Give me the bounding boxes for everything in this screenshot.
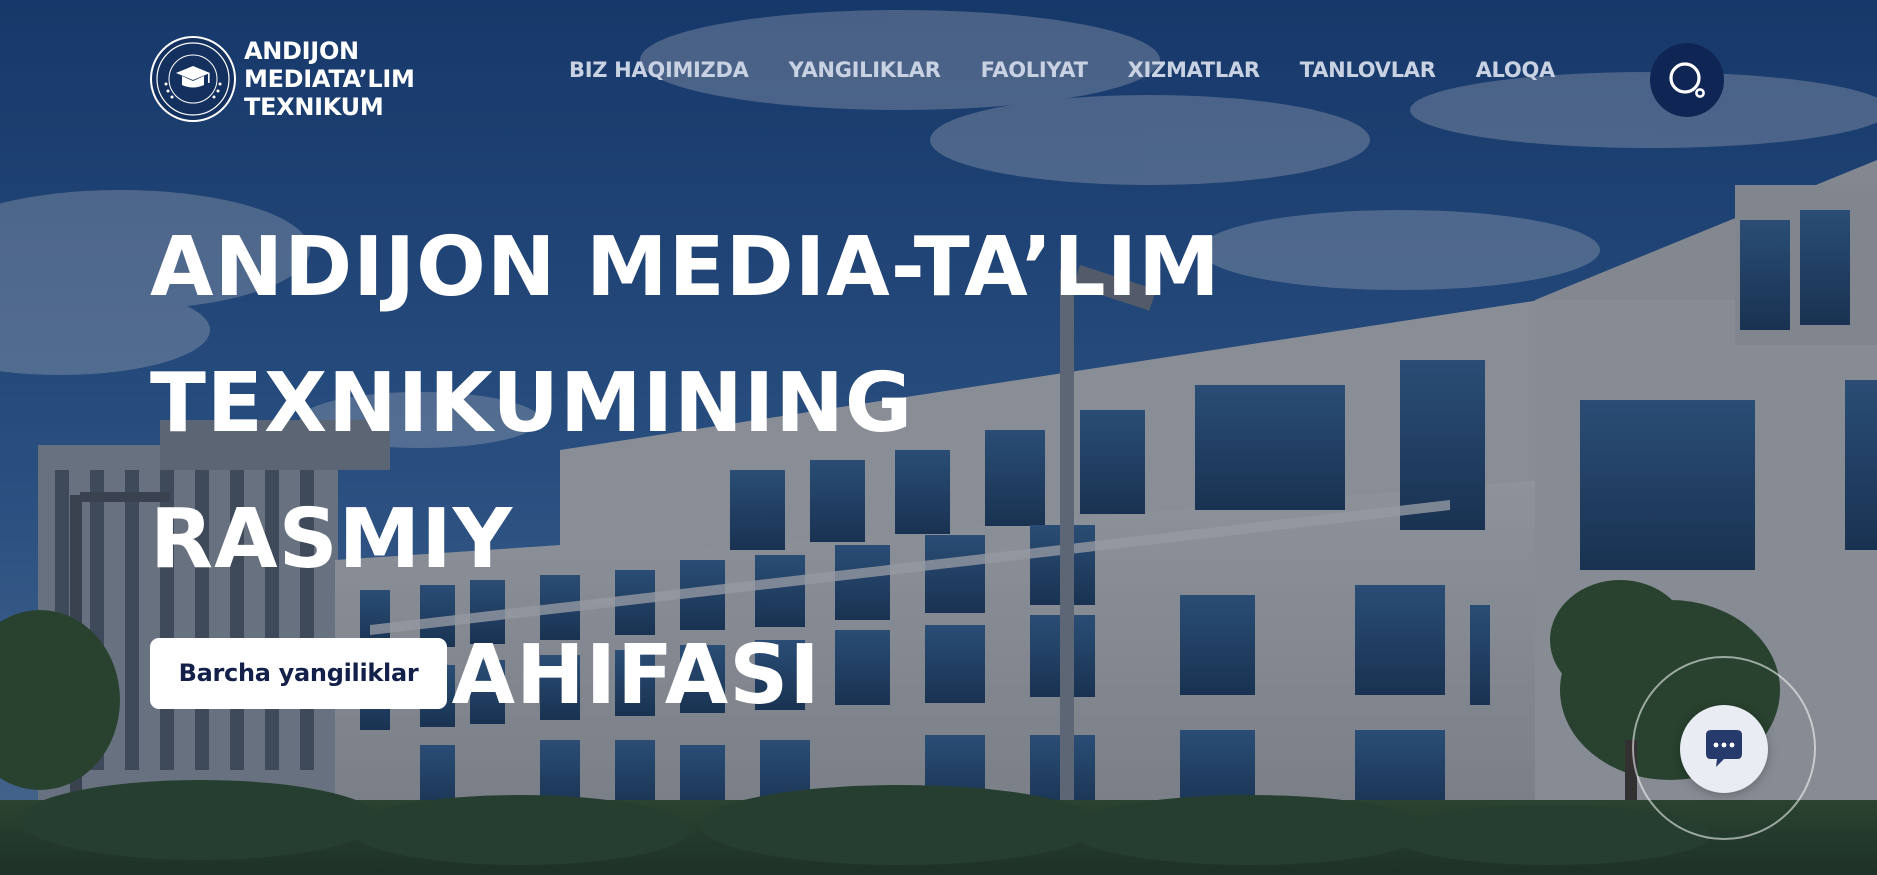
site-logo[interactable]: ANDIJON MEDIATA’LIM TEXNIKUM <box>150 36 415 122</box>
hero-title-line-1: ANDIJON MEDIA-TA’LIM <box>150 220 1221 315</box>
logo-line-1: ANDIJON <box>244 37 359 65</box>
hero-title-line-2: TEXNIKUMINING RASMIY <box>150 356 914 587</box>
logo-emblem <box>150 36 236 122</box>
main-navigation: BIZ HAQIMIZDA YANGILIKLAR FAOLIYAT XIZMA… <box>569 56 1555 84</box>
nav-link-aloqa[interactable]: ALOQA <box>1476 56 1556 84</box>
nav-link-yangiliklar[interactable]: YANGILIKLAR <box>789 56 941 84</box>
chat-bubble-icon <box>1706 730 1742 767</box>
nav-link-faoliyat[interactable]: FAOLIYAT <box>981 56 1088 84</box>
logo-line-3: TEXNIKUM <box>244 93 384 121</box>
site-header: ANDIJON MEDIATA’LIM TEXNIKUM BIZ HAQIMIZ… <box>0 0 1877 160</box>
nav-link-xizmatlar[interactable]: XIZMATLAR <box>1128 56 1260 84</box>
all-news-button[interactable]: Barcha yangiliklar <box>150 638 447 709</box>
logo-wordmark: ANDIJON MEDIATA’LIM TEXNIKUM <box>244 37 415 121</box>
logo-line-2: MEDIATA’LIM <box>244 65 415 93</box>
search-button[interactable] <box>1650 43 1724 117</box>
nav-link-biz-haqimizda[interactable]: BIZ HAQIMIZDA <box>569 56 749 84</box>
chat-button[interactable] <box>1680 705 1768 793</box>
search-icon <box>1669 62 1705 98</box>
graduation-cap-seal-icon <box>156 42 230 116</box>
nav-link-tanlovlar[interactable]: TANLOVLAR <box>1300 56 1436 84</box>
